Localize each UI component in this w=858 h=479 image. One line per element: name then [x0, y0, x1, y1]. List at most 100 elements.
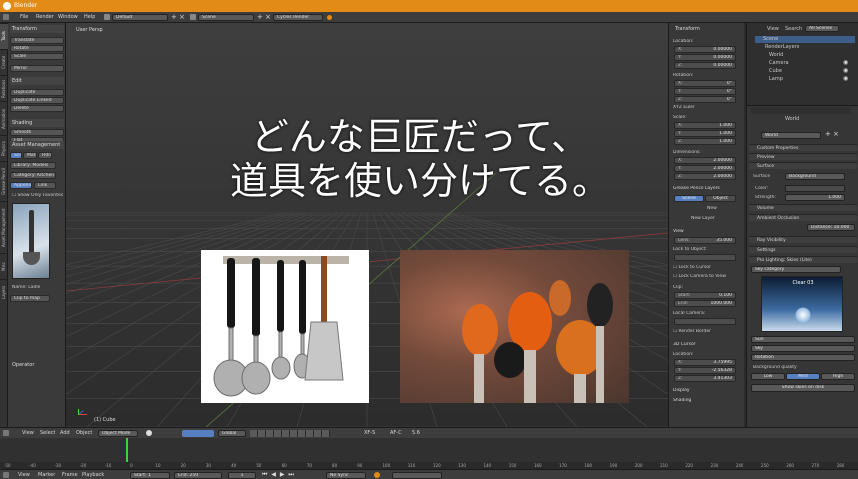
rotation-z-field[interactable]: Z: 0° — [674, 96, 736, 103]
rotation-x-field[interactable]: X: 0° — [674, 80, 736, 87]
mode-selector[interactable]: Object Mode — [98, 430, 138, 437]
remove-world-icon[interactable]: × — [833, 130, 839, 138]
sync-mode-field[interactable]: No Sync — [326, 472, 366, 479]
mirror-button[interactable]: Mirror — [10, 65, 64, 72]
add-layout-icon[interactable]: + — [171, 13, 177, 21]
sun-slider[interactable]: Sun — [751, 336, 855, 343]
pro-lighting-panel[interactable]: Pro Lighting: Skies (Lite) — [749, 256, 857, 263]
translate-button[interactable]: Translate — [10, 37, 64, 44]
view-header[interactable]: View — [673, 229, 684, 234]
outliner-item-lamp[interactable]: Lamp — [769, 76, 783, 82]
scale-y-field[interactable]: Y: 1.000 — [674, 130, 736, 137]
screen-layout-field[interactable]: Default — [112, 14, 168, 21]
settings-panel[interactable]: Settings — [749, 246, 857, 253]
remove-layout-icon[interactable]: × — [179, 13, 185, 21]
shading-header[interactable]: Shading — [673, 398, 691, 403]
tab-create[interactable]: Create — [0, 49, 8, 75]
scale-z-field[interactable]: Z: 1.000 — [674, 138, 736, 145]
tab-grease-pencil[interactable]: Grease Pencil — [0, 161, 8, 201]
scale-x-field[interactable]: X: 1.000 — [674, 122, 736, 129]
editor-type-icon[interactable] — [3, 430, 9, 436]
cursor-y-field[interactable]: Y: -2.56328 — [674, 367, 736, 374]
dimensions-y-field[interactable]: Y: 2.00000 — [674, 165, 736, 172]
visibility-eye-icon[interactable]: ◉ ◉ ◉ — [843, 59, 848, 83]
rotate-button[interactable]: Rotate — [10, 45, 64, 52]
tab-animation[interactable]: Animation — [0, 101, 8, 135]
tab-relations[interactable]: Relations — [0, 75, 8, 101]
sky-preview-thumbnail[interactable]: Clear 03 — [761, 276, 843, 332]
quality-high-button[interactable]: High — [821, 373, 855, 380]
proportional-label[interactable]: AF-C — [390, 430, 402, 436]
grease-tab-object[interactable]: Object — [705, 195, 736, 202]
asset-panel-header[interactable]: Asset Management — [10, 141, 64, 149]
tab-physics[interactable]: Physics — [0, 135, 8, 161]
3d-cursor-header[interactable]: 3D Cursor — [673, 342, 696, 347]
duplicate-linked-button[interactable]: Duplicate Linked — [10, 97, 64, 104]
append-button[interactable]: Append — [10, 182, 32, 189]
operator-panel-header[interactable]: Operator — [10, 361, 64, 369]
location-x-field[interactable]: X: 0.00000 — [674, 46, 736, 53]
sky-category-field[interactable]: Sky category — [751, 266, 841, 273]
cursor-z-field[interactable]: Z: 3.41303 — [674, 375, 736, 382]
asset-tab-hdri[interactable]: Hdri — [38, 152, 52, 159]
end-frame-field[interactable]: End: 250 — [174, 472, 222, 479]
remove-scene-icon[interactable]: × — [265, 13, 271, 21]
lock-camera-checkbox[interactable]: ☐ Lock Camera to View — [673, 274, 726, 279]
surface-panel[interactable]: Surface — [749, 162, 857, 169]
tab-layers[interactable]: Layers — [0, 279, 8, 305]
render-border-checkbox[interactable]: ☐ Render Border — [673, 329, 711, 334]
preview-panel[interactable]: Preview — [749, 153, 857, 160]
outliner-item-scene[interactable]: Scene — [755, 36, 855, 43]
location-y-field[interactable]: Y: 0.00000 — [674, 54, 736, 61]
tab-asset-management[interactable]: Asset Management — [0, 201, 8, 253]
outliner-item-camera[interactable]: Camera — [769, 60, 789, 66]
delete-button[interactable]: Delete — [10, 105, 64, 112]
timeline-ruler[interactable]: -50 -40 -30 -20 -10 0 10 20 30 40 50 60 70 80 90 100 110… — [0, 462, 858, 469]
local-camera-field[interactable] — [674, 318, 736, 325]
outliner-item-cube[interactable]: Cube — [769, 68, 782, 74]
editor-type-icon[interactable] — [3, 14, 9, 20]
add-scene-icon[interactable]: + — [257, 13, 263, 21]
layer-buttons[interactable] — [250, 430, 330, 437]
viewport-shading-icon[interactable] — [146, 430, 152, 436]
scale-button[interactable]: Scale — [10, 53, 64, 60]
rotation-y-field[interactable]: Y: 0° — [674, 88, 736, 95]
snap-element-label[interactable]: XF-S — [364, 430, 375, 436]
ao-distance-field[interactable]: Distance: 10.000 — [807, 224, 855, 231]
timeline-menu-marker[interactable]: Marker — [38, 472, 55, 478]
rotation-mode-label[interactable]: XYZ Euler — [673, 105, 695, 110]
current-frame-field[interactable]: 1 — [228, 472, 256, 479]
start-frame-field[interactable]: Start: 1 — [130, 472, 170, 479]
keying-set-field[interactable] — [392, 472, 442, 479]
render-engine-field[interactable]: Cycles Render — [273, 14, 323, 21]
surface-shader-field[interactable]: Background — [785, 173, 845, 180]
header-menu-add[interactable]: Add — [60, 430, 70, 436]
timeline-menu-view[interactable]: View — [18, 472, 30, 478]
grease-tab-scene[interactable]: Scene — [674, 195, 704, 202]
quality-low-button[interactable]: Low — [751, 373, 785, 380]
asset-category-field[interactable]: Category: Kitchen — [10, 172, 56, 179]
header-menu-view[interactable]: View — [22, 430, 34, 436]
header-menu-select[interactable]: Select — [40, 430, 55, 436]
menu-render[interactable]: Render — [36, 14, 54, 20]
lock-cursor-checkbox[interactable]: ☐ Lock to Cursor — [673, 265, 711, 270]
ambient-occlusion-panel[interactable]: Ambient Occlusion — [749, 214, 857, 221]
show-skies-button[interactable]: Show skies on disk — [751, 384, 855, 392]
lens-field[interactable]: Lens: 35.000 — [674, 237, 736, 244]
sky-slider[interactable]: Sky — [751, 345, 855, 352]
add-world-icon[interactable]: + — [825, 130, 831, 138]
display-header[interactable]: Display — [673, 388, 690, 393]
smooth-button[interactable]: Smooth — [10, 129, 64, 136]
new-layer-button[interactable]: New Layer — [691, 216, 715, 221]
menu-help[interactable]: Help — [84, 14, 95, 20]
color-swatch[interactable] — [785, 185, 845, 192]
cursor-x-field[interactable]: X: 3.75995 — [674, 359, 736, 366]
manipulator-icons[interactable] — [182, 430, 214, 437]
duplicate-button[interactable]: Duplicate — [10, 89, 64, 96]
asset-preview-thumbnail[interactable] — [12, 203, 50, 279]
clip-end-field[interactable]: End: 1000.000 — [674, 300, 736, 307]
world-field[interactable]: World — [761, 132, 821, 139]
outliner-tab-view[interactable]: View — [767, 26, 779, 32]
scene-field[interactable]: Scene — [198, 14, 254, 21]
asset-tab-mats[interactable]: Mats — [23, 152, 37, 159]
